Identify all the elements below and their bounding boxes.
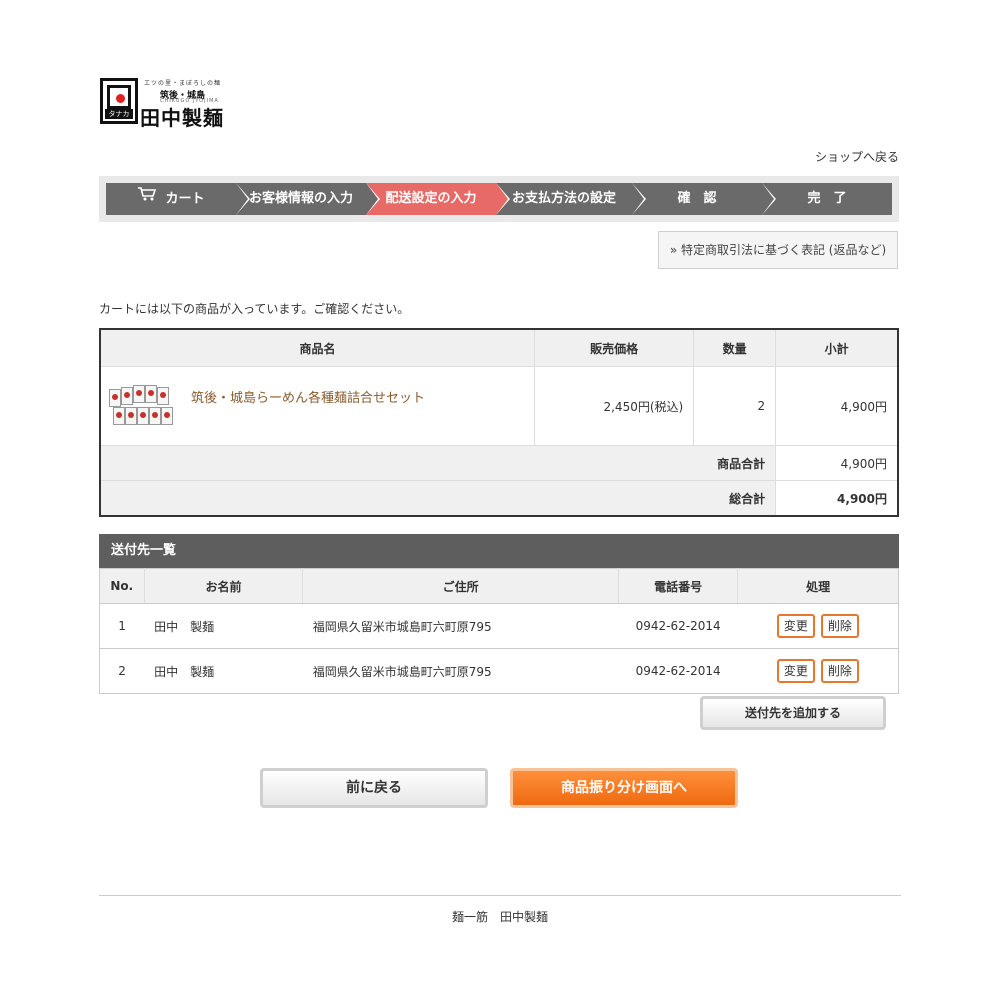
shipping-row: 1 田中 製麺 福岡県久留米市城島町六町原795 0942-62-2014 変更… <box>99 603 899 649</box>
goods-total-row: 商品合計 4,900円 <box>100 445 898 481</box>
logo-name: 田中製麺 <box>140 106 224 130</box>
logo[interactable]: タナカ エツの里・まぼろしの麺 筑後・城島 CHIKUGO JYOJIMA 田中… <box>100 78 230 130</box>
add-shipping-address-button[interactable]: 送付先を追加する <box>700 696 886 730</box>
shipping-row: 2 田中 製麺 福岡県久留米市城島町六町原795 0942-62-2014 変更… <box>99 648 899 694</box>
shipping-no: 2 <box>99 648 145 694</box>
col-subtotal: 小計 <box>775 329 898 367</box>
page: タナカ エツの里・まぼろしの麺 筑後・城島 CHIKUGO JYOJIMA 田中… <box>0 0 1000 1000</box>
shipping-name: 田中 製麺 <box>144 648 303 694</box>
shipping-tel: 0942-62-2014 <box>618 648 738 694</box>
cart-table: 商品名 販売価格 数量 小計 筑後・城島らーめん各種麺詰合せセット 2,450円… <box>99 328 899 517</box>
edit-button[interactable]: 変更 <box>776 659 815 683</box>
product-price: 2,450円(税込) <box>534 366 694 446</box>
cart-intro-text: カートには以下の商品が入っています。ご確認ください。 <box>99 302 410 316</box>
next-button[interactable]: 商品振り分け画面へ <box>510 768 738 808</box>
shipping-tel: 0942-62-2014 <box>618 603 738 649</box>
cart-header-row: 商品名 販売価格 数量 小計 <box>100 329 898 367</box>
back-to-shop-link[interactable]: ショップへ戻る <box>815 148 899 165</box>
step-confirm: 確 認 <box>632 183 776 215</box>
shipping-actions: 変更 削除 <box>737 603 899 649</box>
col-tel: 電話番号 <box>617 568 738 604</box>
step-customer-info: お客様情報の入力 <box>236 183 380 215</box>
col-action: 処理 <box>737 568 899 604</box>
col-no: No. <box>99 568 145 604</box>
product-cell: 筑後・城島らーめん各種麺詰合せセット <box>100 366 535 446</box>
shipping-no: 1 <box>99 603 145 649</box>
footer-divider <box>99 895 901 896</box>
step-delivery-settings: 配送設定の入力 <box>366 183 510 215</box>
cart-icon <box>137 183 157 215</box>
shipping-address: 福岡県久留米市城島町六町原795 <box>302 648 619 694</box>
goods-total-value: 4,900円 <box>775 445 898 481</box>
logo-tagline: エツの里・まぼろしの麺 <box>144 80 222 87</box>
col-name: お名前 <box>143 568 303 604</box>
delete-button[interactable]: 削除 <box>820 614 859 638</box>
step-payment-method: お支払方法の設定 <box>496 183 646 215</box>
product-subtotal: 4,900円 <box>775 366 898 446</box>
grand-total-row: 総合計 4,900円 <box>100 480 898 516</box>
product-thumbnail[interactable] <box>109 385 175 429</box>
product-qty: 2 <box>693 366 776 446</box>
shipping-list-title: 送付先一覧 <box>99 534 899 568</box>
product-name-link[interactable]: 筑後・城島らーめん各種麺詰合せセット <box>191 387 425 406</box>
col-address: ご住所 <box>302 568 619 604</box>
footer-text: 麺一筋 田中製麺 <box>451 910 548 924</box>
step-cart: カート <box>106 183 250 215</box>
cart-item-row: 筑後・城島らーめん各種麺詰合せセット 2,450円(税込) 2 4,900円 <box>100 366 898 446</box>
checkout-steps: カート お客様情報の入力 配送設定の入力 お支払方法の設定 確 認 完 了 <box>99 176 899 222</box>
shipping-address: 福岡県久留米市城島町六町原795 <box>302 603 619 649</box>
goods-total-label: 商品合計 <box>100 445 776 481</box>
shipping-header-row: No. お名前 ご住所 電話番号 処理 <box>99 568 899 604</box>
shipping-table: No. お名前 ご住所 電話番号 処理 1 田中 製麺 福岡県久留米市城島町六町… <box>99 568 899 694</box>
edit-button[interactable]: 変更 <box>776 614 815 638</box>
shipping-actions: 変更 削除 <box>737 648 899 694</box>
col-product: 商品名 <box>100 329 535 367</box>
delete-button[interactable]: 削除 <box>820 659 859 683</box>
logo-mark-icon: タナカ <box>100 78 138 124</box>
grand-total-label: 総合計 <box>100 480 776 516</box>
col-qty: 数量 <box>693 329 776 367</box>
tokutei-link[interactable]: » 特定商取引法に基づく表記 (返品など) <box>658 231 898 269</box>
back-button[interactable]: 前に戻る <box>260 768 488 808</box>
grand-total-value: 4,900円 <box>775 480 898 516</box>
step-complete: 完 了 <box>762 183 892 215</box>
shipping-name: 田中 製麺 <box>144 603 303 649</box>
col-price: 販売価格 <box>534 329 694 367</box>
